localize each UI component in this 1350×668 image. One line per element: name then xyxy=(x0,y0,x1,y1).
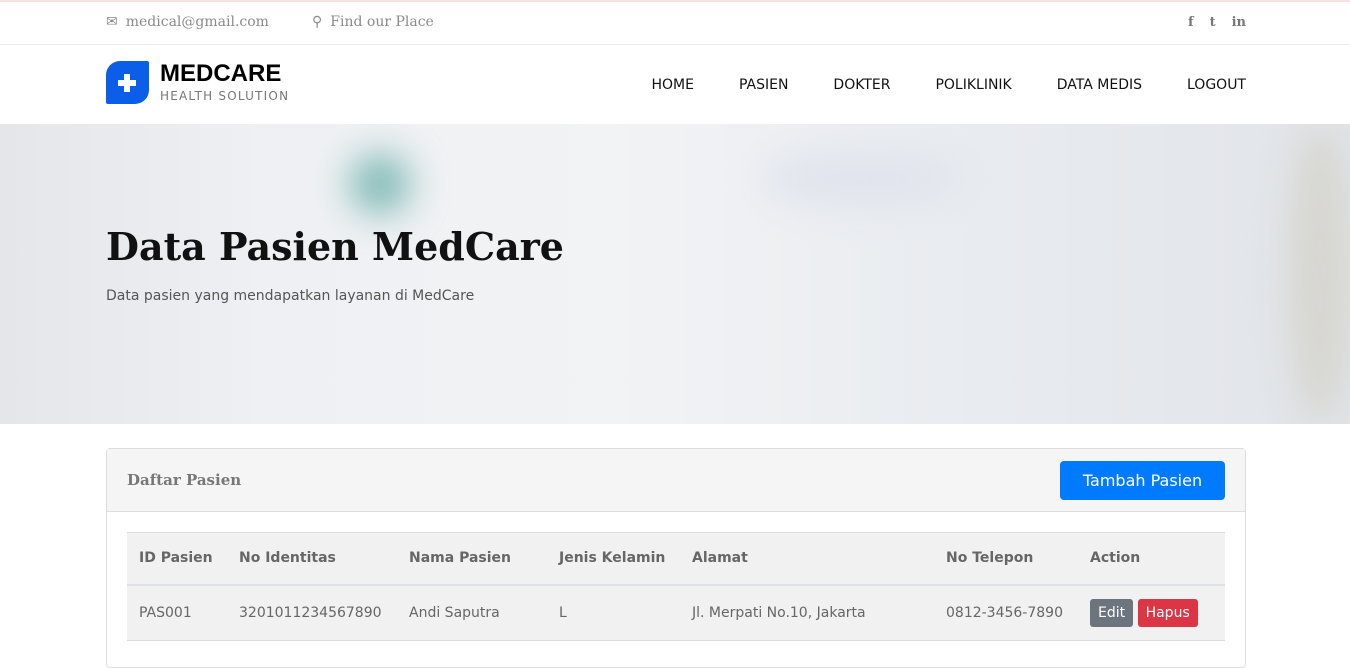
cell-gender: L xyxy=(547,584,680,641)
col-name: Nama Pasien xyxy=(397,532,547,586)
col-address: Alamat xyxy=(680,532,934,586)
cell-name: Andi Saputra xyxy=(397,584,547,641)
main-menu: HOME PASIEN DOKTER POLIKLINIK DATA MEDIS… xyxy=(651,77,1246,93)
cell-action: Edit Hapus xyxy=(1078,584,1225,641)
add-patient-button[interactable]: Tambah Pasien xyxy=(1060,461,1225,500)
envelope-icon: ✉ xyxy=(106,14,118,30)
twitter-icon[interactable]: t xyxy=(1210,15,1216,30)
facebook-icon[interactable]: f xyxy=(1188,15,1194,30)
page-subtitle: Data pasien yang mendapatkan layanan di … xyxy=(106,288,475,304)
location-link[interactable]: ⚲ Find our Place xyxy=(312,14,434,30)
cell-phone: 0812-3456-7890 xyxy=(934,584,1078,641)
col-action: Action xyxy=(1078,532,1225,586)
card-title: Daftar Pasien xyxy=(127,471,242,489)
patient-list-card: Daftar Pasien Tambah Pasien ID Pasien No… xyxy=(106,448,1246,668)
brand-tagline: HEALTH SOLUTION xyxy=(160,89,290,103)
social-links: f t in xyxy=(1188,15,1246,30)
col-identity: No Identitas xyxy=(227,532,397,586)
email-text: medical@gmail.com xyxy=(125,14,269,30)
table-header: ID Pasien No Identitas Nama Pasien Jenis… xyxy=(127,532,1225,586)
nav-data-medis[interactable]: DATA MEDIS xyxy=(1057,77,1142,93)
nav-logout[interactable]: LOGOUT xyxy=(1187,77,1246,93)
brand-name: MEDCARE xyxy=(160,60,282,87)
delete-button[interactable]: Hapus xyxy=(1137,598,1198,627)
nav-home[interactable]: HOME xyxy=(651,77,693,93)
email-link[interactable]: ✉ medical@gmail.com xyxy=(106,14,269,30)
hero-bg-blur xyxy=(350,154,410,214)
page-title: Data Pasien MedCare xyxy=(106,224,564,269)
topbar: ✉ medical@gmail.com ⚲ Find our Place f t i… xyxy=(0,2,1350,45)
col-gender: Jenis Kelamin xyxy=(547,532,680,586)
hero-bg-blur xyxy=(760,154,960,204)
nav-pasien[interactable]: PASIEN xyxy=(739,77,788,93)
edit-button[interactable]: Edit xyxy=(1090,598,1134,627)
nav-dokter[interactable]: DOKTER xyxy=(833,77,890,93)
col-id: ID Pasien xyxy=(127,532,227,586)
cell-id: PAS001 xyxy=(127,584,227,641)
nav-poliklinik[interactable]: POLIKLINIK xyxy=(935,77,1011,93)
medical-cross-icon xyxy=(106,61,149,104)
hero-bg-blur xyxy=(1290,124,1350,424)
cell-identity: 3201011234567890 xyxy=(227,584,397,641)
col-phone: No Telepon xyxy=(934,532,1078,586)
hero-banner: Data Pasien MedCare Data pasien yang men… xyxy=(0,124,1350,424)
map-pin-icon: ⚲ xyxy=(312,14,323,30)
logo[interactable]: MEDCARE HEALTH SOLUTION xyxy=(106,61,289,104)
location-text: Find our Place xyxy=(330,14,434,30)
cell-address: Jl. Merpati No.10, Jakarta xyxy=(680,584,934,641)
patient-table: ID Pasien No Identitas Nama Pasien Jenis… xyxy=(127,532,1225,641)
navbar: MEDCARE HEALTH SOLUTION HOME PASIEN DOKTE… xyxy=(0,45,1350,124)
table-row: PAS001 3201011234567890 Andi Saputra L J… xyxy=(127,584,1225,641)
linkedin-icon[interactable]: in xyxy=(1232,15,1246,30)
